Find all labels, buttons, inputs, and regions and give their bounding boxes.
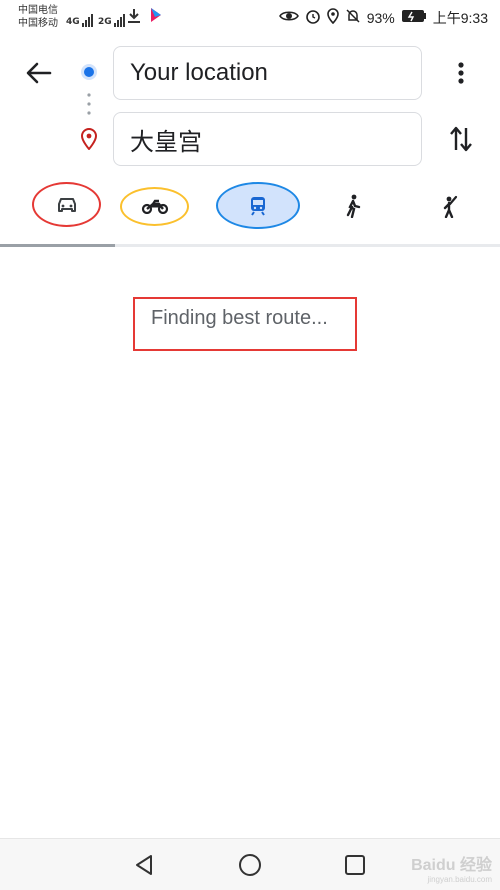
download-icon <box>127 8 141 28</box>
swap-button[interactable] <box>446 122 476 156</box>
eye-icon <box>278 9 299 27</box>
triangle-back-icon <box>136 855 152 875</box>
annotation-circle-motorcycle <box>120 187 189 226</box>
square-recents-icon <box>345 855 365 875</box>
network-type-2: 2G <box>98 17 112 27</box>
signal-bars-icon <box>113 8 126 27</box>
battery-percent: 93% <box>366 10 395 26</box>
more-vert-icon <box>458 62 464 84</box>
route-status-text: Finding best route... <box>151 307 328 329</box>
status-icons: 93% 上午9:33 <box>278 8 488 28</box>
route-dots <box>87 92 91 116</box>
nav-back-button[interactable] <box>130 851 158 879</box>
progress-bar <box>0 244 115 247</box>
walk-icon <box>346 194 361 218</box>
carrier-1: 中国电信 <box>18 5 58 16</box>
destination-pin-icon <box>80 127 98 151</box>
mode-tab-transit[interactable] <box>216 182 300 229</box>
status-bar: 中国电信 中国移动 4G 2G 93% 上午9:33 <box>0 0 500 34</box>
origin-input[interactable]: Your location <box>113 46 422 100</box>
more-options-button[interactable] <box>446 58 476 88</box>
network-type-1: 4G <box>66 17 80 27</box>
back-button[interactable] <box>22 56 56 90</box>
mode-tab-ride[interactable] <box>418 188 484 224</box>
origin-dot-icon <box>80 63 98 81</box>
mode-tab-walking[interactable] <box>320 188 386 224</box>
annotation-circle-driving <box>32 182 101 227</box>
watermark-logo: Baidu 经验 jingyan.baidu.com <box>411 851 492 884</box>
ride-hailing-icon <box>443 195 458 218</box>
nav-recents-button[interactable] <box>341 851 369 879</box>
app-notification-icon <box>148 7 164 29</box>
alarm-icon <box>305 8 321 28</box>
carrier-2: 中国移动 <box>18 18 58 29</box>
nav-home-button[interactable] <box>236 851 264 879</box>
clock: 上午9:33 <box>432 10 488 26</box>
system-nav-bar: Baidu 经验 jingyan.baidu.com <box>0 838 500 890</box>
signal-1: 4G <box>66 8 94 27</box>
arrow-left-icon <box>26 62 52 84</box>
mute-bell-icon <box>345 8 361 28</box>
signal-2: 2G <box>98 8 126 27</box>
swap-vertical-icon <box>450 126 472 152</box>
location-icon <box>326 8 339 28</box>
circle-home-icon <box>239 854 261 876</box>
watermark-subtext: jingyan.baidu.com <box>427 875 492 884</box>
watermark-text: Baidu 经验 <box>411 857 492 874</box>
transit-icon <box>251 196 265 216</box>
battery-icon <box>401 9 427 27</box>
signal-bars-icon <box>81 8 94 27</box>
destination-input[interactable]: 大皇宫 <box>113 112 422 166</box>
